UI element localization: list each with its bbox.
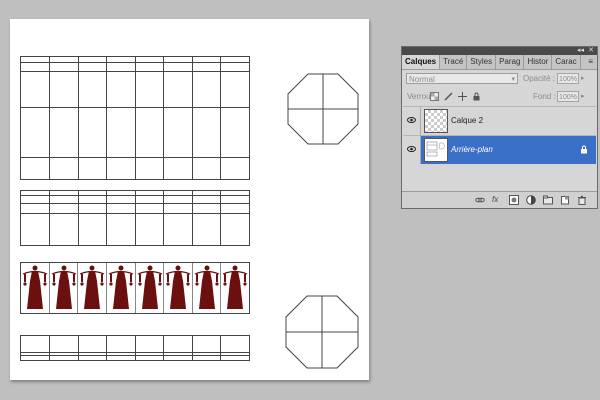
tab-character[interactable]: Carac — [552, 55, 581, 69]
new-layer-icon[interactable] — [560, 195, 570, 205]
lock-move-icon[interactable] — [458, 92, 467, 101]
lock-all-icon[interactable] — [472, 92, 481, 101]
figure-drawing — [137, 265, 162, 309]
table-bottom — [20, 335, 250, 361]
panel-menu-icon[interactable]: ≡ — [584, 55, 597, 69]
link-icon[interactable] — [475, 195, 485, 205]
layer-name[interactable]: Arrière-plan — [451, 136, 493, 164]
layer-name[interactable]: Calque 2 — [451, 107, 483, 135]
table-top — [20, 56, 250, 180]
panel-titlebar[interactable]: ◂◂ ✕ — [402, 47, 597, 55]
figure-cell — [193, 263, 222, 313]
chevron-down-icon: ▾ — [511, 76, 515, 83]
tab-trace[interactable]: Tracé — [440, 55, 468, 69]
eye-icon — [407, 146, 416, 152]
blend-mode-select[interactable]: Normal ▾ — [406, 73, 518, 84]
eye-icon — [407, 117, 416, 123]
layers-list: Calque 2 Arrière-plan — [403, 106, 596, 164]
lock-brush-icon[interactable] — [444, 92, 453, 101]
layer-thumbnail — [424, 138, 448, 162]
fx-icon[interactable]: fx — [492, 195, 502, 205]
layer-thumbnail — [424, 109, 448, 133]
tab-paragraph[interactable]: Parag — [496, 55, 525, 69]
octagon-shape-top — [287, 73, 359, 145]
table-middle — [20, 190, 250, 246]
fill-label: Fond : — [533, 92, 556, 101]
octagon-shape-bottom — [285, 295, 359, 369]
opacity-arrow-icon[interactable]: ▸ — [581, 73, 585, 84]
fill-arrow-icon[interactable]: ▸ — [581, 91, 585, 102]
figure-drawing — [223, 265, 248, 309]
trash-icon[interactable] — [577, 195, 587, 205]
tab-calques[interactable]: Calques — [402, 55, 441, 69]
figure-cell — [164, 263, 193, 313]
figure-drawing — [194, 265, 219, 309]
close-icon[interactable]: ✕ — [588, 46, 594, 55]
tab-history[interactable]: Histor — [524, 55, 553, 69]
panel-tabs: Calques Tracé Styles Parag Histor Carac … — [402, 55, 597, 70]
figure-cell — [21, 263, 50, 313]
figure-cell — [50, 263, 79, 313]
opacity-field[interactable]: 100% — [557, 73, 579, 84]
figure-drawing — [51, 265, 76, 309]
collapse-icon[interactable]: ◂◂ — [577, 46, 584, 55]
figure-drawing — [165, 265, 191, 309]
blend-mode-value: Normal — [409, 75, 435, 84]
group-folder-icon[interactable] — [543, 195, 553, 205]
figure-cell — [136, 263, 165, 313]
figure-drawing — [22, 265, 48, 309]
mask-icon[interactable] — [509, 195, 519, 205]
lock-icon — [580, 145, 588, 156]
visibility-toggle[interactable] — [403, 107, 421, 135]
figure-drawing — [108, 265, 134, 309]
layer-row-arriere-plan[interactable]: Arrière-plan — [403, 135, 596, 164]
document-canvas[interactable] — [10, 19, 369, 380]
adjustment-icon[interactable] — [526, 195, 536, 205]
tab-styles[interactable]: Styles — [467, 55, 497, 69]
opacity-label: Opacité : — [523, 74, 556, 83]
visibility-toggle[interactable] — [403, 136, 421, 164]
layers-panel[interactable]: ◂◂ ✕ Calques Tracé Styles Parag Histor C… — [401, 46, 598, 209]
panel-footer: fx — [402, 191, 597, 208]
lock-row: Verrou : Fond : 100% ▸ — [402, 88, 597, 106]
blend-row: Normal ▾ Opacité : 100% ▸ — [402, 70, 597, 88]
fill-field[interactable]: 100% — [557, 91, 579, 102]
figure-strip — [20, 262, 250, 314]
figure-cell — [78, 263, 107, 313]
figure-cell — [107, 263, 136, 313]
layer-row-calque-2[interactable]: Calque 2 — [403, 106, 596, 135]
lock-transparent-icon[interactable] — [430, 92, 439, 101]
figure-drawing — [80, 265, 105, 309]
figure-cell — [221, 263, 249, 313]
